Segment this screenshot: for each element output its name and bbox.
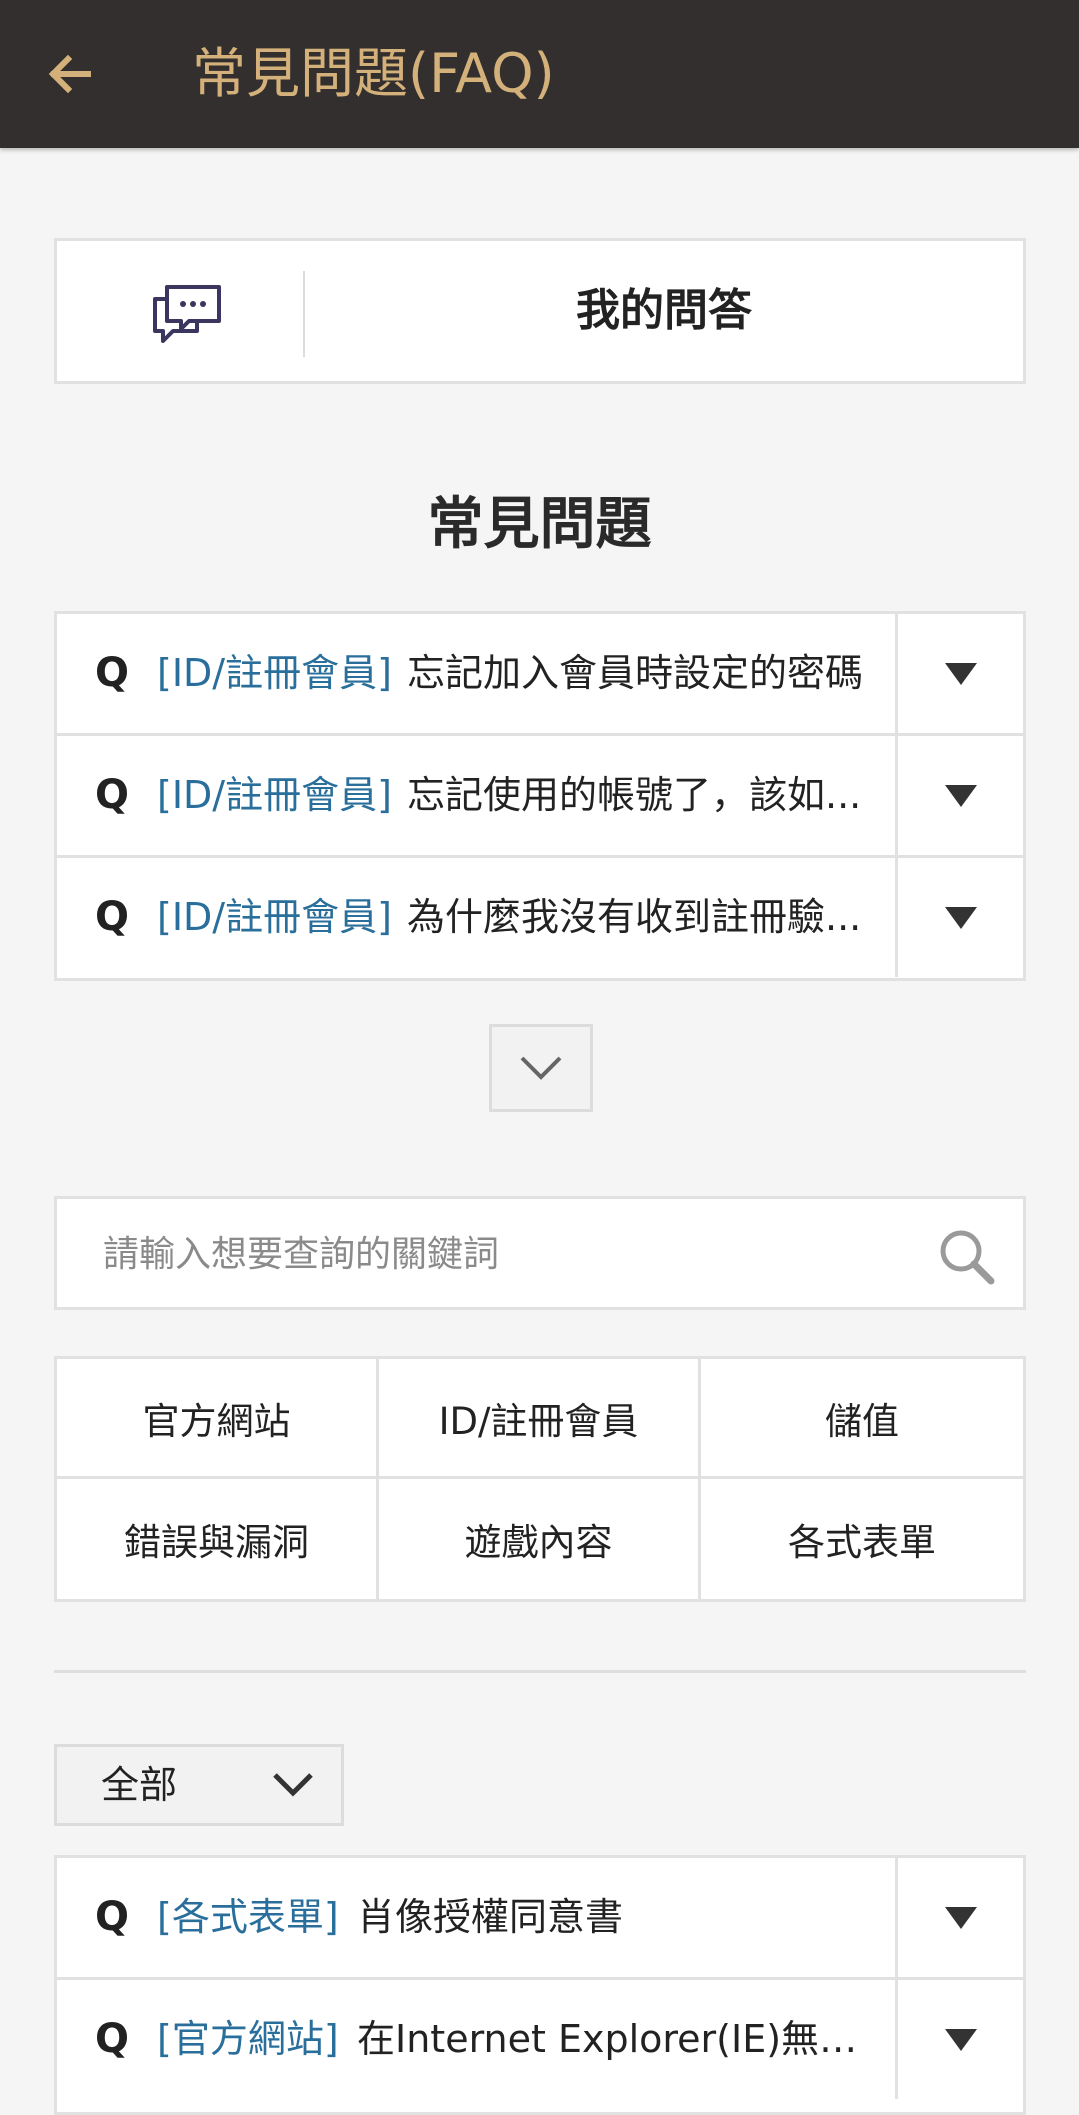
faq-category: [各式表單] — [157, 1895, 339, 1939]
faq-item[interactable]: Q [ID/註冊會員] 忘記使用的帳號了，該如... — [57, 736, 1023, 858]
faq-results-list: Q [各式表單] 肖像授權同意書 Q [官方網站] 在Internet Expl… — [54, 1855, 1026, 2115]
faq-question: 忘記使用的帳號了，該如... — [407, 773, 862, 817]
faq-item[interactable]: Q [官方網站] 在Internet Explorer(IE)無法... — [57, 1980, 1023, 2099]
back-button[interactable] — [36, 40, 104, 108]
expand-toggle[interactable] — [895, 858, 1023, 977]
category-forms[interactable]: 各式表單 — [701, 1479, 1023, 1599]
arrow-left-icon — [48, 54, 91, 94]
show-more-button[interactable] — [489, 1024, 593, 1112]
question-marker: Q — [95, 650, 130, 696]
divider — [54, 1670, 1026, 1673]
faq-question: 為什麼我沒有收到註冊驗... — [407, 895, 862, 939]
faq-question: 在Internet Explorer(IE)無法... — [357, 2017, 887, 2061]
chevron-down-icon — [520, 1056, 562, 1080]
faq-section-title: 常見問題 — [427, 492, 652, 557]
app-bar: 常見問題(FAQ) — [0, 0, 1079, 148]
chevron-down-icon — [273, 1773, 313, 1797]
my-qa-label: 我的問答 — [576, 285, 752, 336]
category-game-content[interactable]: 遊戲內容 — [379, 1479, 701, 1599]
faq-item[interactable]: Q [ID/註冊會員] 忘記加入會員時設定的密碼 — [57, 614, 1023, 736]
faq-item[interactable]: Q [各式表單] 肖像授權同意書 — [57, 1858, 1023, 1980]
search-bar — [54, 1196, 1026, 1310]
faq-question: 忘記加入會員時設定的密碼 — [407, 651, 864, 695]
expand-toggle[interactable] — [895, 614, 1023, 733]
category-id-member[interactable]: ID/註冊會員 — [379, 1359, 701, 1479]
expand-toggle[interactable] — [895, 736, 1023, 855]
faq-category: [ID/註冊會員] — [157, 773, 392, 817]
expand-toggle[interactable] — [895, 1858, 1023, 1977]
category-bugs[interactable]: 錯誤與漏洞 — [57, 1479, 379, 1599]
question-marker: Q — [95, 1894, 130, 1940]
caret-down-icon — [944, 906, 977, 929]
faq-category: [官方網站] — [157, 2017, 339, 2061]
question-marker: Q — [95, 894, 130, 940]
faq-category: [ID/註冊會員] — [157, 651, 392, 695]
question-marker: Q — [95, 2016, 130, 2062]
search-icon[interactable] — [937, 1227, 995, 1285]
chat-bubbles-icon — [153, 285, 221, 343]
question-marker: Q — [95, 772, 130, 818]
caret-down-icon — [944, 1906, 977, 1929]
search-input[interactable] — [101, 1199, 905, 1309]
category-grid: 官方網站 ID/註冊會員 儲值 錯誤與漏洞 遊戲內容 各式表單 — [54, 1356, 1026, 1602]
faq-list: Q [ID/註冊會員] 忘記加入會員時設定的密碼 Q [ID/註冊會員] 忘記使… — [54, 611, 1026, 981]
category-official-site[interactable]: 官方網站 — [57, 1359, 379, 1479]
expand-toggle[interactable] — [895, 1980, 1023, 2099]
faq-question: 肖像授權同意書 — [357, 1895, 624, 1939]
caret-down-icon — [944, 662, 977, 685]
my-qa-button[interactable]: 我的問答 — [54, 238, 1026, 384]
caret-down-icon — [944, 784, 977, 807]
page-title: 常見問題(FAQ) — [192, 42, 555, 105]
faq-category: [ID/註冊會員] — [157, 895, 392, 939]
category-topup[interactable]: 儲值 — [701, 1359, 1023, 1479]
faq-item[interactable]: Q [ID/註冊會員] 為什麼我沒有收到註冊驗... — [57, 858, 1023, 977]
category-filter-select[interactable]: 全部 — [54, 1744, 344, 1826]
filter-selected-value: 全部 — [101, 1763, 178, 1807]
